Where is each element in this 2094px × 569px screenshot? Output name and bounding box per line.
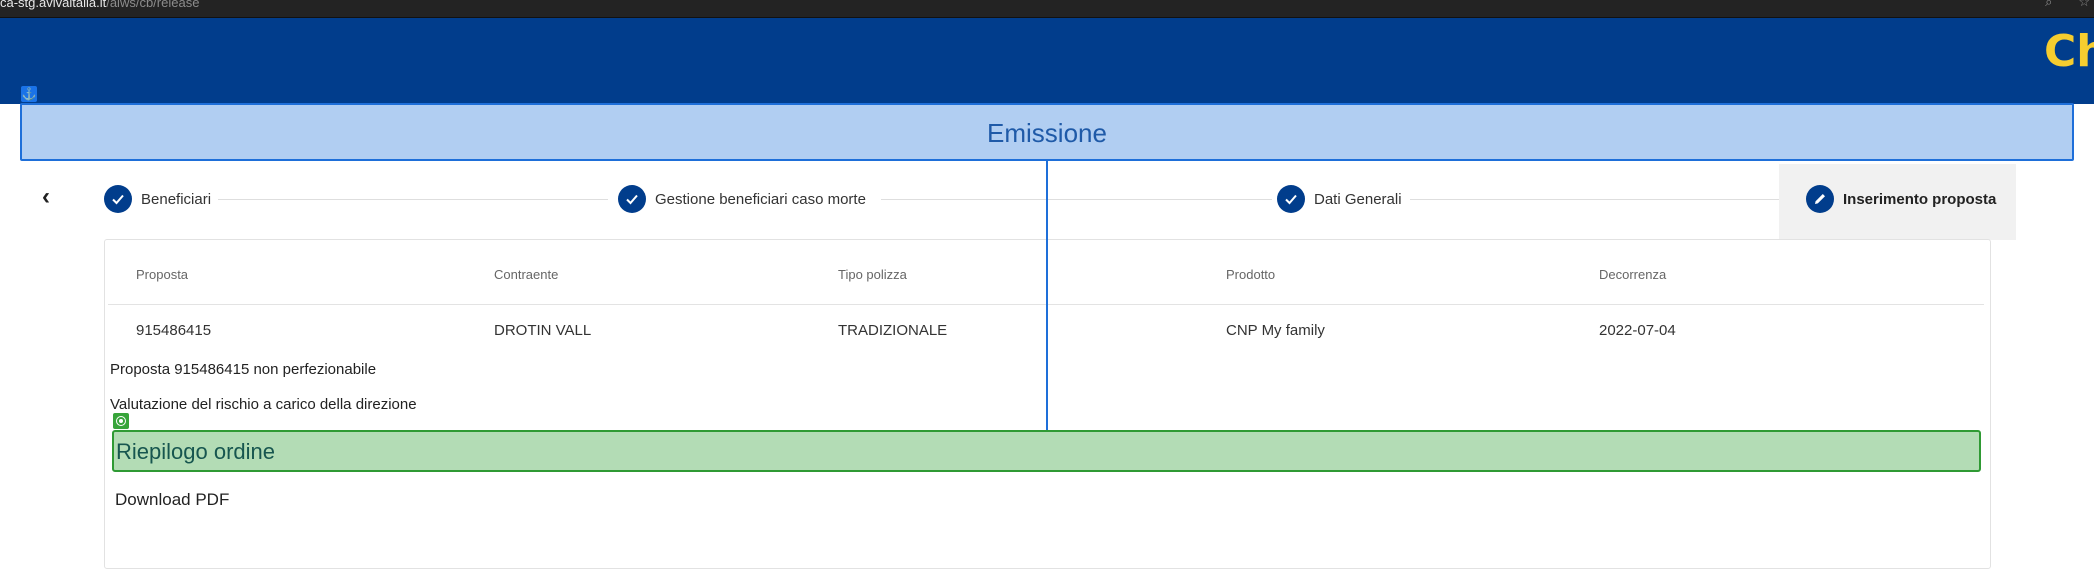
column-header-decorrenza: Decorrenza <box>1599 267 1667 282</box>
browser-address-bar[interactable]: ca-stg.avivaitalia.it/aiws/cb/release ⌕ ☆ <box>0 0 2094 18</box>
brand-logo: Ch <box>2044 26 2094 77</box>
back-chevron-icon[interactable]: ‹ <box>36 185 56 210</box>
app-header: Ch <box>0 18 2094 104</box>
step-dati-generali[interactable]: Dati Generali <box>1277 184 1402 214</box>
download-pdf-link[interactable]: Download PDF <box>115 490 229 510</box>
section-title: Emissione <box>987 118 1107 148</box>
check-icon <box>1277 185 1305 213</box>
column-header-proposta: Proposta <box>136 267 189 282</box>
cell-tipo-polizza: TRADIZIONALE <box>838 322 948 339</box>
step-label: Gestione beneficiari caso morte <box>655 190 866 208</box>
step-connector <box>881 199 1272 200</box>
anchor-icon: ⚓ <box>21 86 37 102</box>
proposal-status-message: Proposta 915486415 non perfezionabile <box>110 361 377 378</box>
step-connector <box>218 199 608 200</box>
column-header-tipo-polizza: Tipo polizza <box>838 267 907 282</box>
star-icon[interactable]: ☆ <box>2078 0 2090 9</box>
check-icon <box>618 185 646 213</box>
column-header-contraente: Contraente <box>494 267 559 282</box>
step-label: Beneficiari <box>141 190 212 208</box>
cell-contraente: DROTIN VALL <box>494 322 592 339</box>
column-header-prodotto: Prodotto <box>1226 267 1276 282</box>
step-label: Dati Generali <box>1314 190 1402 208</box>
search-icon[interactable]: ⌕ <box>2045 0 2052 9</box>
cell-prodotto: CNP My family <box>1226 322 1325 339</box>
check-icon <box>104 185 132 213</box>
section-header: Emissione <box>20 103 2074 161</box>
step-gestione-beneficiari[interactable]: Gestione beneficiari caso morte <box>618 184 866 214</box>
step-connector <box>1410 199 1779 200</box>
order-summary-header: Riepilogo ordine <box>112 430 1981 472</box>
cell-decorrenza: 2022-07-04 <box>1599 322 1676 339</box>
pencil-icon <box>1806 185 1834 213</box>
step-label: Inserimento proposta <box>1843 190 1997 208</box>
step-inserimento-proposta[interactable]: Inserimento proposta <box>1806 184 1996 214</box>
url-text[interactable]: ca-stg.avivaitalia.it/aiws/cb/release <box>0 0 199 10</box>
target-icon <box>113 413 129 429</box>
cell-proposta: 915486415 <box>136 322 212 339</box>
risk-assessment-message: Valutazione del rischio a carico della d… <box>110 396 417 413</box>
guide-line <box>1046 161 1048 431</box>
step-beneficiari[interactable]: Beneficiari <box>104 184 211 214</box>
order-summary-title: Riepilogo ordine <box>116 439 275 464</box>
